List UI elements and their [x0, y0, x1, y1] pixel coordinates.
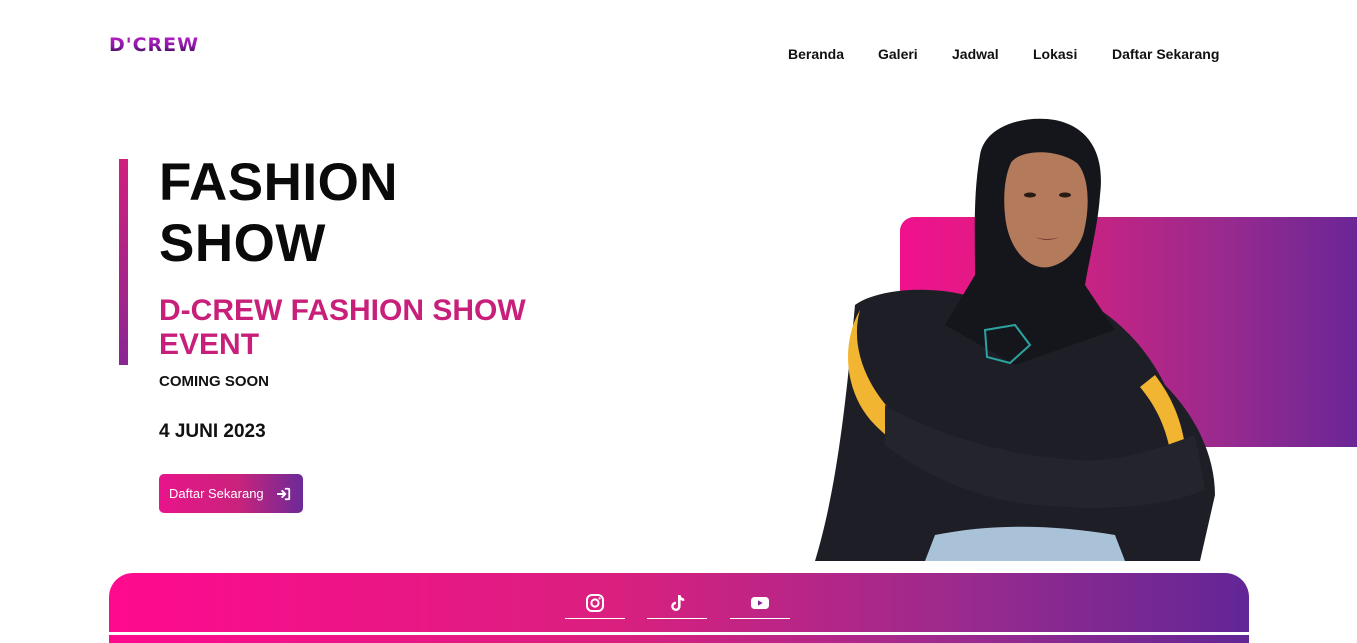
instagram-underline — [565, 618, 625, 619]
hero-subtitle: D-CREW FASHION SHOW EVENT — [159, 294, 559, 362]
hero-subtitle-line2: EVENT — [159, 328, 260, 361]
hero-title-line2: SHOW — [159, 214, 326, 273]
nav-link-jadwal[interactable]: Jadwal — [952, 45, 999, 63]
youtube-link[interactable] — [730, 589, 790, 619]
hero-title-line1: FASHION — [159, 153, 399, 212]
instagram-icon — [586, 594, 604, 612]
brand-logo[interactable]: D'CREW — [109, 34, 199, 56]
nav-link-lokasi[interactable]: Lokasi — [1033, 45, 1077, 63]
hero-subtitle-line1: D-CREW FASHION SHOW — [159, 294, 526, 327]
hero-title: FASHION SHOW — [159, 152, 559, 274]
tiktok-underline — [647, 618, 707, 619]
youtube-icon — [751, 597, 769, 609]
nav-link-daftar-sekarang[interactable]: Daftar Sekarang — [1112, 45, 1219, 63]
instagram-link[interactable] — [565, 589, 625, 619]
nav-link-beranda[interactable]: Beranda — [788, 45, 844, 63]
event-status: COMING SOON — [159, 373, 270, 390]
register-button-label: Daftar Sekarang — [169, 486, 264, 501]
footer-divider — [109, 632, 1249, 635]
event-date: 4 JUNI 2023 — [159, 421, 266, 442]
nav-link-galeri[interactable]: Galeri — [878, 45, 918, 63]
youtube-underline — [730, 618, 790, 619]
model-photo — [815, 118, 1215, 561]
tiktok-icon — [671, 595, 685, 611]
tiktok-link[interactable] — [647, 589, 707, 619]
sign-in-icon — [276, 487, 291, 501]
register-button[interactable]: Daftar Sekarang — [159, 474, 303, 513]
hero-accent-bar — [119, 159, 128, 365]
